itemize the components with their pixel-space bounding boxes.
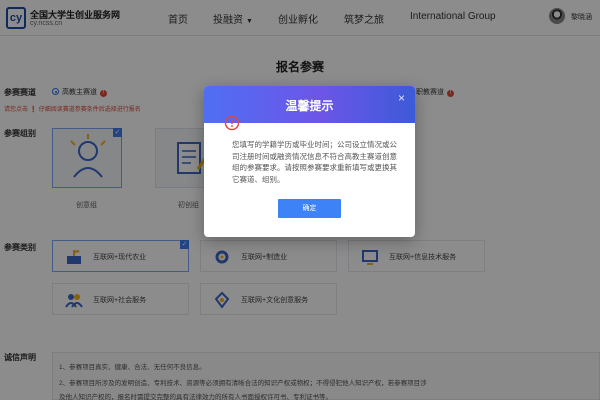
confirm-button[interactable]: 确定 bbox=[278, 199, 341, 218]
warning-icon bbox=[224, 115, 240, 131]
dialog-title: 温馨提示 bbox=[285, 99, 334, 113]
close-icon[interactable]: × bbox=[398, 91, 405, 105]
dialog-message: 您填写的学籍学历或毕业时间；公司设立情况或公司注册时间或融资情况信息不符合高教主… bbox=[232, 140, 397, 184]
